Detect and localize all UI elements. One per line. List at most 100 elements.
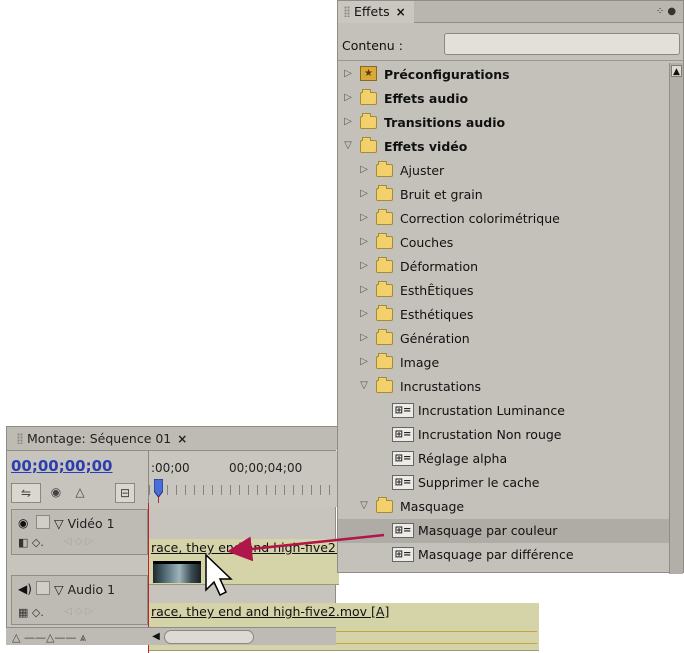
snap-icon[interactable]: ⇋ <box>11 483 41 503</box>
folder-icon <box>376 257 393 273</box>
audio-clip-label: race, they end and high-five2.mov [A] <box>151 604 390 619</box>
tree-item-label: Déformation <box>400 259 479 274</box>
collapsed-triangle-icon[interactable]: ▷ <box>358 308 370 319</box>
video-clip[interactable]: race, they end and high-five2. <box>149 539 340 585</box>
folder-icon <box>360 113 377 129</box>
collapsed-triangle-icon[interactable]: ▷ <box>342 68 354 79</box>
timeline-tab-bar: Montage: Séquence 01 × <box>6 426 345 450</box>
video-effect-icon: ⊞= <box>392 403 414 418</box>
expanded-triangle-icon[interactable]: ▽ <box>342 140 354 151</box>
folder-icon <box>376 305 393 321</box>
folder-item[interactable]: ▷ Bruit et grain <box>338 183 670 207</box>
effect-item[interactable]: ⊞= Incrustation Non rouge <box>338 423 670 447</box>
tree-item-label: Supprimer le cache <box>418 475 540 490</box>
keyframe-nav[interactable]: ◁◇▷ <box>64 536 96 547</box>
timecode-display[interactable]: 00;00;00;00 <box>11 457 113 475</box>
ruler-ticks <box>149 485 337 495</box>
tab-timeline[interactable]: Montage: Séquence 01 × <box>7 427 195 451</box>
eye-icon[interactable]: ◉ <box>18 516 28 530</box>
video-effect-icon: ⊞= <box>392 475 414 490</box>
close-icon[interactable]: × <box>177 432 187 446</box>
effect-item[interactable]: ⊞= Masquage par différence <box>338 543 670 567</box>
folder-item[interactable]: ▷ EsthÊtiques <box>338 279 670 303</box>
playhead-icon[interactable] <box>154 479 163 503</box>
clip-thumbnail <box>153 561 201 583</box>
time-ruler[interactable]: :00;00 00;00;04;00 <box>148 451 337 507</box>
tree-item-label: Effets vidéo <box>384 139 468 154</box>
folder-item[interactable]: ▷ Couches <box>338 231 670 255</box>
timeline-bottom-bar: △ ——△—— ⩓ ◀ <box>6 627 336 645</box>
expanded-triangle-icon[interactable]: ▽ <box>358 500 370 511</box>
video-track-header: ◉ ▽ Vidéo 1 ◧ ◇. ◁◇▷ <box>11 509 148 555</box>
folder-item[interactable]: ▷ Ajuster <box>338 159 670 183</box>
collapsed-triangle-icon[interactable]: ▷ <box>358 356 370 367</box>
display-style-icon[interactable]: ◧ ◇. <box>18 536 44 549</box>
collapsed-triangle-icon[interactable]: ▷ <box>342 116 354 127</box>
collapsed-triangle-icon[interactable]: ▷ <box>358 236 370 247</box>
zoom-slider[interactable]: △ ——△—— ⩓ <box>12 631 132 644</box>
speaker-icon[interactable]: ◀) <box>18 582 32 596</box>
folder-icon <box>376 281 393 297</box>
set-point-icon[interactable]: △ <box>69 483 91 503</box>
timeline-body: 00;00;00;00 ⇋ ◉ △ ⊟ :00;00 00;00;04;00 ◉… <box>6 450 539 653</box>
contents-search-input[interactable] <box>444 33 680 55</box>
video-effect-icon: ⊞= <box>392 427 414 442</box>
collapsed-triangle-icon[interactable]: ▷ <box>358 188 370 199</box>
folder-item[interactable]: ▷ Déformation <box>338 255 670 279</box>
effect-item[interactable]: ⊞= Réglage alpha <box>338 447 670 471</box>
tree-item-label: EsthÊtiques <box>400 283 474 298</box>
tree-item-label: Préconfigurations <box>384 67 510 82</box>
audio-display-style-icon[interactable]: ▦ ◇. <box>18 606 44 619</box>
video-clip-label: race, they end and high-five2. <box>151 540 340 555</box>
collapsed-triangle-icon[interactable]: ▷ <box>358 332 370 343</box>
grip-icon[interactable] <box>17 433 23 444</box>
tree-item-label: Couches <box>400 235 454 250</box>
folder-item[interactable]: ▽ Effets vidéo <box>338 135 670 159</box>
horizontal-scrollbar[interactable] <box>164 630 254 644</box>
effect-item[interactable]: ⊞= Supprimer le cache <box>338 471 670 495</box>
effect-item[interactable]: ⊞= Masquage par couleur <box>338 519 670 543</box>
audio-keyframe-nav[interactable]: ◁◇▷ <box>64 606 96 617</box>
tree-item-label: Ajuster <box>400 163 445 178</box>
folder-icon <box>376 161 393 177</box>
set-marker-icon[interactable]: ◉ <box>45 483 67 503</box>
collapsed-triangle-icon[interactable]: ▷ <box>342 92 354 103</box>
close-icon[interactable]: × <box>396 5 406 19</box>
folder-icon <box>376 353 393 369</box>
collapsed-triangle-icon[interactable]: ▷ <box>358 164 370 175</box>
lock-toggle[interactable] <box>36 515 50 529</box>
tab-effects[interactable]: Effets × <box>338 1 414 23</box>
scroll-left-icon[interactable]: ◀ <box>150 630 162 644</box>
video-effect-icon: ⊞= <box>392 451 414 466</box>
audio-track-name[interactable]: ▽ Audio 1 <box>54 582 115 597</box>
video-track-name[interactable]: ▽ Vidéo 1 <box>54 516 115 531</box>
collapsed-triangle-icon[interactable]: ▷ <box>358 284 370 295</box>
audio-track-label: Audio 1 <box>67 582 116 597</box>
folder-item[interactable]: ▽ Masquage <box>338 495 670 519</box>
tree-item-label: Incrustation Luminance <box>418 403 565 418</box>
tree-item-label: Incrustations <box>400 379 482 394</box>
folder-item[interactable]: ▷ Effets audio <box>338 87 670 111</box>
effect-item[interactable]: ⊞= Incrustation Luminance <box>338 399 670 423</box>
collapsed-triangle-icon[interactable]: ▷ <box>358 212 370 223</box>
scroll-up-icon[interactable]: ▲ <box>671 65 682 77</box>
folder-icon <box>376 497 393 513</box>
panel-menu-icon[interactable]: ⁘ ● <box>653 4 679 19</box>
folder-item[interactable]: ▷ Génération <box>338 327 670 351</box>
audio-lock-toggle[interactable] <box>36 581 50 595</box>
folder-item[interactable]: ▷ Image <box>338 351 670 375</box>
folder-icon <box>376 185 393 201</box>
folder-item[interactable]: ▷ Transitions audio <box>338 111 670 135</box>
folder-item[interactable]: ▽ Incrustations <box>338 375 670 399</box>
folder-item[interactable]: ▷ ★ Préconfigurations <box>338 63 670 87</box>
collapsed-triangle-icon[interactable]: ▷ <box>358 260 370 271</box>
vertical-scrollbar[interactable]: ▲ <box>669 63 683 574</box>
folder-icon <box>360 137 377 153</box>
folder-icon <box>376 377 393 393</box>
work-area-icon[interactable]: ⊟ <box>115 483 135 503</box>
grip-icon[interactable] <box>344 6 350 17</box>
folder-item[interactable]: ▷ Correction colorimétrique <box>338 207 670 231</box>
folder-item[interactable]: ▷ Esthétiques <box>338 303 670 327</box>
expanded-triangle-icon[interactable]: ▽ <box>358 380 370 391</box>
tree-item-label: Image <box>400 355 440 370</box>
